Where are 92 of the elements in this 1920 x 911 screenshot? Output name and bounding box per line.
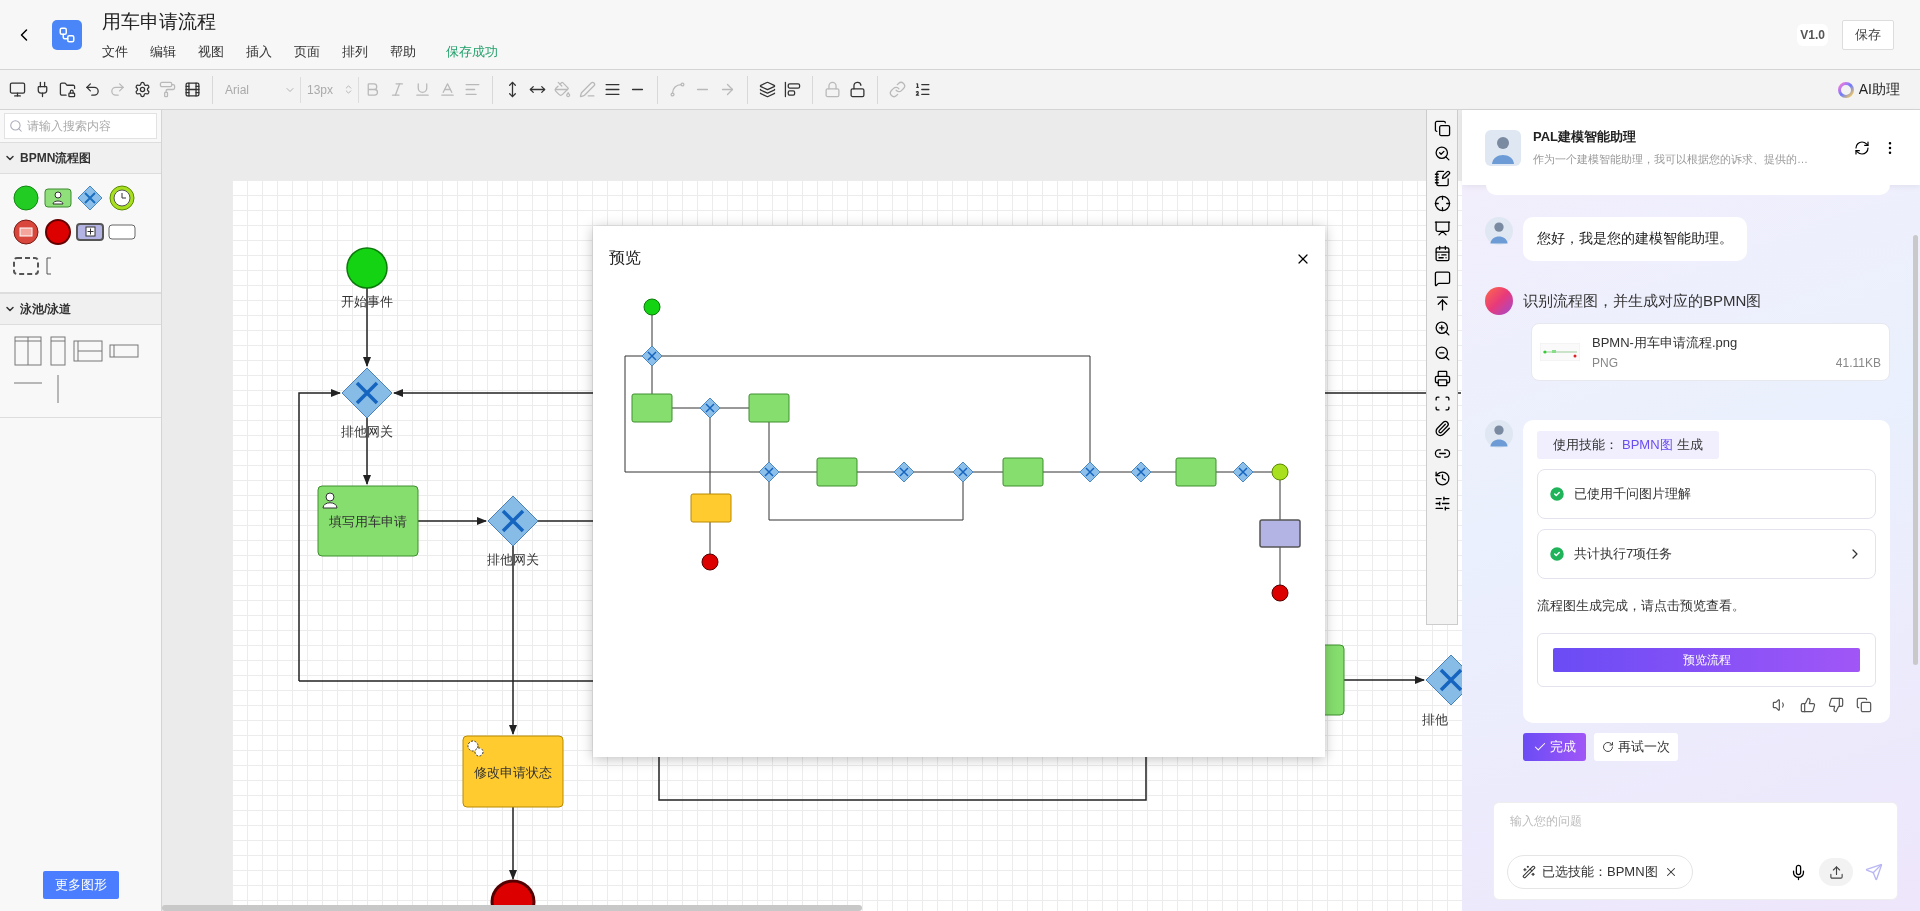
edit-icon[interactable] xyxy=(1433,170,1451,187)
file-thumbnail xyxy=(1540,343,1580,361)
user-message: 识别流程图，并生成对应的BPMN图 xyxy=(1523,291,1762,311)
skill-suffix: 生成 xyxy=(1676,436,1703,454)
check-icon xyxy=(1533,740,1547,754)
version-label: V1.0 xyxy=(1797,23,1828,46)
microphone-icon[interactable] xyxy=(1790,863,1807,881)
preview-button[interactable]: 预览流程 xyxy=(1553,648,1860,672)
avatar-icon xyxy=(1485,217,1513,245)
save-button[interactable]: 保存 xyxy=(1842,19,1894,50)
thumbs-up-icon[interactable] xyxy=(1800,697,1816,713)
task-step[interactable]: 共计执行7项任务 xyxy=(1537,529,1876,579)
start-event-icon[interactable] xyxy=(12,184,40,212)
print-icon[interactable] xyxy=(1433,370,1451,387)
question-field[interactable]: 输入您的问题 已选技能：BPMN图 xyxy=(1493,802,1898,900)
upload-button[interactable] xyxy=(1819,858,1853,886)
ring-logo-icon xyxy=(1836,80,1855,99)
search-field[interactable]: 请输入搜索内容 xyxy=(4,113,157,139)
settings-icon[interactable] xyxy=(134,81,151,98)
start-event xyxy=(346,247,388,289)
folder-icon[interactable] xyxy=(59,81,76,98)
settings-icon[interactable] xyxy=(1433,495,1451,512)
section-header[interactable]: 泳池/泳道 xyxy=(0,293,161,325)
crosshair-icon[interactable] xyxy=(1433,195,1451,212)
file-size: 41.11KB xyxy=(1835,356,1881,370)
done-button[interactable]: 完成 xyxy=(1523,733,1586,761)
layers-icon[interactable] xyxy=(759,81,776,98)
node-label: 修改申请状态 xyxy=(474,764,552,780)
menu-item[interactable]: 排列 xyxy=(342,42,368,61)
fit-icon[interactable] xyxy=(1433,395,1451,412)
exclusive-gateway xyxy=(487,495,539,547)
retry-button[interactable]: 再试一次 xyxy=(1594,733,1678,761)
font-color-icon[interactable] xyxy=(439,81,456,98)
panel-icon[interactable] xyxy=(184,81,201,98)
menu-item[interactable]: 视图 xyxy=(198,42,224,61)
node-label: 排他 xyxy=(1422,712,1448,727)
exclusive-gateway xyxy=(1425,654,1462,706)
step-text: 已使用千问图片理解 xyxy=(1574,485,1692,503)
stepper-icon xyxy=(343,84,354,95)
rotate-icon xyxy=(1602,741,1614,753)
comment-icon[interactable] xyxy=(1433,270,1451,287)
more-shapes-button[interactable]: 更多图形 xyxy=(42,871,119,899)
zoom-out-icon[interactable] xyxy=(1433,345,1451,362)
pages-icon[interactable] xyxy=(1433,120,1451,137)
avatar-icon xyxy=(1485,420,1513,448)
skill-name: BPMN图 xyxy=(1622,436,1673,454)
line-weight-icon[interactable] xyxy=(604,81,621,98)
menu-item[interactable]: 帮助 xyxy=(390,42,416,61)
skill-label: 使用技能： xyxy=(1553,436,1618,454)
end-event-icon[interactable] xyxy=(44,218,72,246)
assistant-name: PAL建模智能助理 xyxy=(1533,128,1638,146)
history-icon[interactable] xyxy=(1433,470,1451,487)
message-event-icon[interactable] xyxy=(12,218,40,246)
menu-item[interactable]: 插入 xyxy=(246,42,272,61)
numbered-list-icon[interactable] xyxy=(914,81,931,98)
chip-label: 已选技能：BPMN图 xyxy=(1542,863,1658,881)
ai-assistant-button[interactable]: AI助理 xyxy=(1830,79,1906,100)
menu-item[interactable]: 页面 xyxy=(294,42,320,61)
timer-event-icon[interactable] xyxy=(108,184,136,212)
zoom-in-icon[interactable] xyxy=(1433,320,1451,337)
assistant-description: 作为一个建模智能助理，我可以根据您的诉求、提供的… xyxy=(1533,152,1809,167)
search-icon[interactable] xyxy=(1433,145,1451,162)
attachment-icon[interactable] xyxy=(1433,420,1451,437)
avatar-icon xyxy=(1485,129,1521,166)
exclusive-gateway xyxy=(341,367,393,419)
refresh-icon[interactable] xyxy=(1854,139,1870,156)
align-objects-icon[interactable] xyxy=(784,81,801,98)
screen-icon[interactable] xyxy=(9,81,26,98)
upload-icon xyxy=(1828,864,1844,880)
dialog-title: 预览 xyxy=(609,248,641,268)
section-header[interactable]: BPMN流程图 xyxy=(0,142,161,174)
menu-item[interactable]: 编辑 xyxy=(150,42,176,61)
gateway-icon[interactable] xyxy=(76,184,104,212)
file-type: PNG xyxy=(1592,356,1618,370)
undo-icon[interactable] xyxy=(84,81,101,98)
result-text: 流程图生成完成，请点击预览查看。 xyxy=(1537,597,1746,615)
save-status: 保存成功 xyxy=(446,42,498,61)
document-title: 用车申请流程 xyxy=(102,9,217,34)
node-label: 填写用车申请 xyxy=(329,514,407,529)
line-color-icon[interactable] xyxy=(579,81,596,98)
attachment-card[interactable]: BPMN-用车申请流程.png PNG 41.11KB xyxy=(1531,323,1890,381)
file-name: BPMN-用车申请流程.png xyxy=(1592,334,1739,352)
user-avatar-icon xyxy=(1485,287,1513,315)
menu-item[interactable]: 文件 xyxy=(102,42,128,61)
search-icon xyxy=(9,119,23,133)
app-logo xyxy=(52,19,82,50)
thumbs-down-icon[interactable] xyxy=(1828,697,1844,713)
copy-icon[interactable] xyxy=(1856,697,1872,713)
step-text: 共计执行7项任务 xyxy=(1574,545,1674,563)
unlock-icon[interactable] xyxy=(849,81,866,98)
wand-icon[interactable] xyxy=(1522,865,1536,879)
message-bubble: 您好，我是您的建模智能助理。 xyxy=(1523,217,1747,261)
